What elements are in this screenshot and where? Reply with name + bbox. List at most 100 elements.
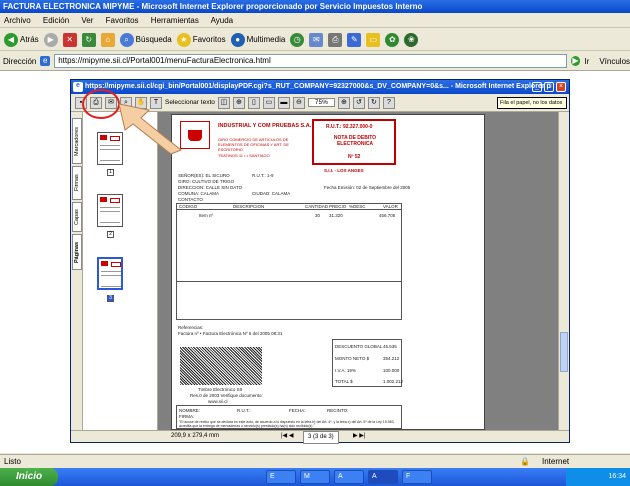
media-button[interactable]: ● Multimedia (230, 32, 285, 47)
fit-width-icon[interactable]: ▬ (277, 96, 290, 109)
tooltip: Fila el papel, no los datos (497, 97, 567, 109)
pdf-popup-window: https://mipyme.sii.cl/cgi_bin/Portal001/… (70, 79, 570, 444)
snapshot-icon[interactable]: ◫ (217, 96, 230, 109)
search-button[interactable]: ⌕ Búsqueda (119, 32, 172, 47)
timbre-barcode (180, 347, 262, 385)
page-size: 209,9 x 279,4 mm (171, 433, 220, 439)
customer-giro: GIRO: CULTIVO DE TRIGO (178, 179, 235, 184)
page-nav[interactable]: 3 (3 de 3) (303, 431, 339, 444)
menu-edicion[interactable]: Edición (43, 16, 69, 25)
taskbar-item[interactable]: M (300, 470, 330, 484)
address-input[interactable]: https://mipyme.sii.cl/Portal001/menuFact… (54, 54, 567, 68)
internet-zone: Internet (542, 457, 570, 466)
page-thumbnail-selected[interactable] (97, 257, 123, 290)
zoom-level[interactable]: 75% (307, 98, 335, 107)
invoice-page: INDUSTRIAL Y COM PRUEBAS S.A. GIRO COMER… (171, 114, 485, 430)
taskbar-item[interactable]: E (266, 470, 296, 484)
back-button[interactable]: ◀ Atrás (4, 32, 39, 47)
customer-contact: CONTACTO (178, 197, 203, 202)
status-text: Listo (4, 457, 21, 466)
item-value: 456.705 (379, 213, 396, 218)
favorites-button[interactable]: ★ Favoritos (176, 32, 226, 47)
annotation-arrow (118, 103, 182, 155)
menu-archivo[interactable]: Archivo (4, 16, 31, 25)
messenger-icon[interactable]: ✿ (385, 32, 400, 47)
items-header: CODIGO DESCRIPCION CANTIDAD PRECIO %DESC… (176, 203, 402, 210)
taskbar-item[interactable]: F (402, 470, 432, 484)
thumbnail-panel: 1 2 3 (83, 112, 158, 430)
next-page-icon[interactable]: ▶ ▶| (353, 431, 365, 442)
refresh-icon[interactable]: ↻ (81, 32, 96, 47)
fit-page-icon[interactable]: ▭ (262, 96, 275, 109)
tab-firmas[interactable]: Firmas (72, 166, 82, 200)
minimize-button[interactable]: _ (532, 82, 542, 92)
ie-icon: e (73, 82, 83, 92)
item-price: 31.320 (329, 213, 343, 218)
address-bar: Dirección e https://mipyme.sii.cl/Portal… (0, 52, 630, 70)
pdf-statusbar: 209,9 x 279,4 mm |◀ ◀ 3 (3 de 3) ▶ ▶| (71, 430, 569, 444)
stop-icon[interactable]: ✕ (62, 32, 77, 47)
close-button[interactable]: × (556, 82, 566, 92)
mail-icon[interactable]: ✉ (309, 32, 324, 47)
references-text: Factura nº • Factura Electrónica Nº 5 de… (178, 331, 283, 336)
vertical-scrollbar[interactable] (558, 112, 569, 430)
zoom-in-icon[interactable]: ⊕ (232, 96, 245, 109)
first-page-icon[interactable]: |◀ ◀ (281, 431, 293, 442)
tab-marcadores[interactable]: Marcadores (72, 118, 82, 164)
menu-favoritos[interactable]: Favoritos (106, 16, 139, 25)
customer-address: DIRECCION: CALLE SIN DATO (178, 185, 243, 190)
items-body: Item nº 30 31.320 456.705 (176, 210, 402, 320)
taskbar-item-active[interactable]: A (368, 470, 398, 484)
customer-rut: R.U.T.: 1-9 (252, 173, 274, 178)
help-icon[interactable]: ? (382, 96, 395, 109)
menu-herramientas[interactable]: Herramientas (151, 16, 199, 25)
media-icon: ● (230, 32, 245, 47)
issue-date: Fecha Emisión: 02 de Septiembre del 2005 (324, 185, 411, 190)
status-bar: Listo 🔒 Internet (0, 454, 630, 468)
forward-icon[interactable]: ▶ (43, 32, 58, 47)
taskbar-item[interactable]: A (334, 470, 364, 484)
menu-ayuda[interactable]: Ayuda (211, 16, 234, 25)
tab-capas[interactable]: Capas (72, 202, 82, 232)
home-icon[interactable]: ⌂ (100, 32, 115, 47)
start-button[interactable]: Inicio (0, 468, 58, 486)
clock: 16:34 (608, 473, 626, 480)
customer-name: SEÑOR(ES): EL SICURO (178, 173, 230, 178)
links-label[interactable]: Vínculos (599, 57, 630, 66)
timbre-res: Res.0 de 2003 Verifique documento: (190, 393, 263, 398)
folder-icon[interactable]: ▭ (366, 32, 381, 47)
tab-paginas[interactable]: Páginas (72, 234, 82, 270)
page-number-selected[interactable]: 3 (107, 295, 114, 302)
customer-ciudad: CIUDAD: CALAMA (252, 191, 291, 196)
menu-bar: Archivo Edición Ver Favoritos Herramient… (0, 13, 630, 28)
popup-title: https://mipyme.sii.cl/cgi_bin/Portal001/… (71, 80, 569, 94)
item-qty: 30 (315, 213, 321, 218)
totals-box: DESCUENTO GLOBAL 45.535 MONTO NETO $354.2… (332, 339, 403, 387)
edit-icon[interactable]: ✎ (347, 32, 362, 47)
maximize-button[interactable]: □ (544, 82, 554, 92)
print-icon[interactable]: ⎙ (328, 32, 343, 47)
customer-comuna: COMUNA: CALAMA (178, 191, 220, 196)
company-giro: GIRO COMERCIO DE ARTICULOS DE ELEMENTOS … (218, 137, 290, 152)
history-icon[interactable]: ◷ (290, 32, 305, 47)
page-number[interactable]: 2 (107, 231, 114, 238)
actual-size-icon[interactable]: ▯ (247, 96, 260, 109)
nav-tabs: Marcadores Firmas Capas Páginas (71, 112, 83, 430)
system-tray: 16:34 (566, 468, 630, 486)
zoom-out-icon[interactable]: ⊖ (292, 96, 305, 109)
search-icon: ⌕ (119, 32, 134, 47)
rotate-right-icon[interactable]: ↻ (367, 96, 380, 109)
company-name: INDUSTRIAL Y COM PRUEBAS S.A. (218, 123, 312, 129)
lock-icon: 🔒 (520, 457, 530, 466)
star-icon: ★ (176, 32, 191, 47)
page-number[interactable]: 1 (107, 169, 114, 176)
go-button[interactable]: Ir (584, 57, 589, 66)
taskbar: Inicio E M A A F 16:34 (0, 468, 630, 486)
page-thumbnail[interactable] (97, 194, 123, 227)
rotate-left-icon[interactable]: ↺ (352, 96, 365, 109)
addon-icon[interactable]: ❀ (404, 32, 419, 47)
menu-ver[interactable]: Ver (81, 16, 93, 25)
address-label: Dirección (3, 56, 37, 66)
zoom-in-button-icon[interactable]: ⊕ (337, 96, 350, 109)
go-arrow-icon[interactable]: ▶ (570, 56, 581, 66)
